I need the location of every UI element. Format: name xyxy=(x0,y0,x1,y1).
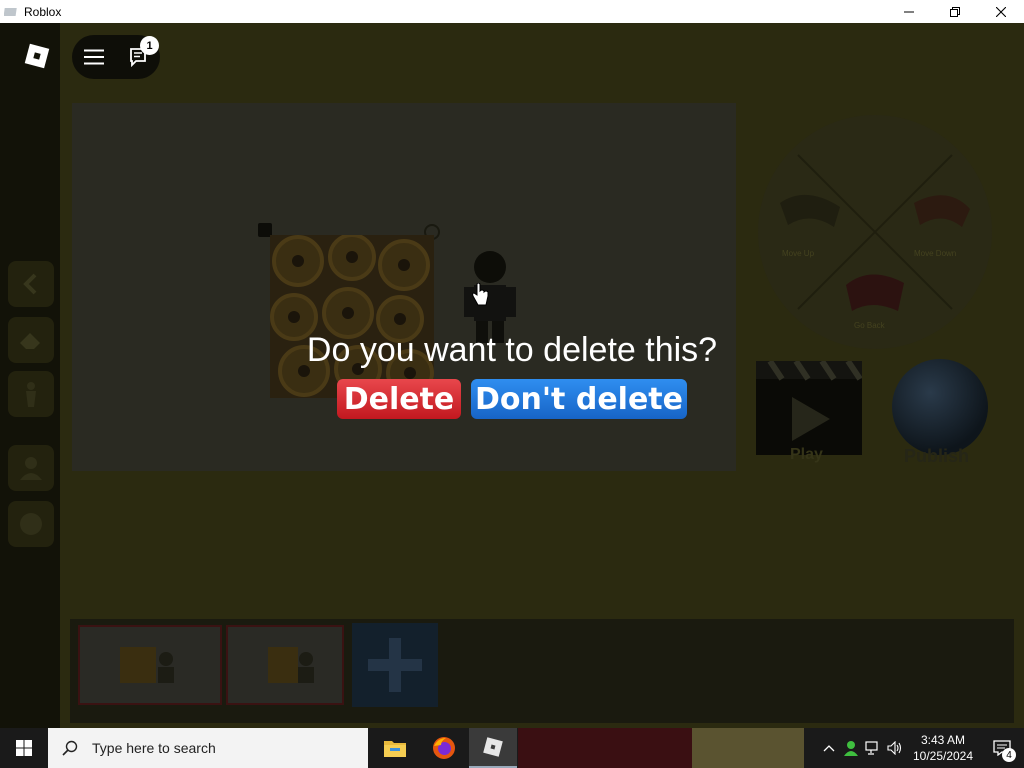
move-down-option[interactable]: Move Down xyxy=(914,249,956,258)
restore-button[interactable] xyxy=(932,0,978,23)
user-icon xyxy=(20,457,42,480)
radial-menu: Move Up Move Down Go Back xyxy=(758,115,992,349)
volume-icon xyxy=(887,741,902,755)
firefox-icon xyxy=(433,737,455,759)
chat-button[interactable]: 1 xyxy=(116,35,160,79)
palette-icon xyxy=(20,513,42,535)
system-tray: 3:43 AM 10/25/2024 4 xyxy=(818,728,1024,768)
plus-icon xyxy=(368,638,422,692)
slide-thumbnail-1[interactable] xyxy=(78,625,222,705)
windows-logo-icon xyxy=(16,740,32,756)
publish-label: Publish xyxy=(904,446,970,466)
delete-button[interactable]: Delete xyxy=(337,379,461,419)
network-icon xyxy=(865,741,878,755)
hand-cursor-icon xyxy=(472,283,489,306)
roblox-topbar: 1 xyxy=(72,35,160,79)
image-content xyxy=(270,235,434,398)
back-arrow-icon xyxy=(23,273,37,295)
windows-taskbar: 3:43 AM 10/25/2024 4 xyxy=(0,728,1024,768)
taskbar-roblox[interactable] xyxy=(469,728,517,768)
search-icon xyxy=(62,740,78,756)
restore-icon xyxy=(950,6,960,17)
chevron-up-icon xyxy=(823,745,835,752)
people-icon xyxy=(844,741,858,756)
roblox-app-icon xyxy=(4,7,17,16)
start-button[interactable] xyxy=(0,728,48,768)
back-tool-button[interactable] xyxy=(8,261,54,307)
add-slide-button[interactable] xyxy=(352,623,438,707)
menu-button[interactable] xyxy=(72,35,116,79)
roblox-icon xyxy=(483,737,503,757)
volume-button[interactable] xyxy=(884,728,906,768)
roblox-logo-icon[interactable] xyxy=(24,43,50,69)
hamburger-menu-icon xyxy=(84,49,104,65)
taskbar-search[interactable] xyxy=(48,728,368,768)
slide-1-preview xyxy=(120,647,174,683)
selected-image[interactable] xyxy=(270,235,434,398)
taskbar-clock[interactable]: 3:43 AM 10/25/2024 xyxy=(906,732,980,764)
close-icon xyxy=(996,6,1006,17)
chat-badge: 1 xyxy=(140,36,159,55)
show-hidden-icons-button[interactable] xyxy=(818,728,840,768)
network-button[interactable] xyxy=(862,728,884,768)
dont-delete-button[interactable]: Don't delete xyxy=(471,379,687,419)
delete-confirm-question: Do you want to delete this? xyxy=(306,331,718,369)
close-button[interactable] xyxy=(978,0,1024,23)
slide-strip xyxy=(70,619,1014,723)
minimize-button[interactable] xyxy=(886,0,932,23)
taskbar-file-explorer[interactable] xyxy=(371,728,419,768)
action-center-button[interactable]: 4 xyxy=(980,728,1024,768)
game-viewport[interactable]: 1 Move Up Move Down Go Back Play Publish… xyxy=(0,23,1024,728)
window-titlebar: Roblox xyxy=(0,0,1024,23)
user-tool-button[interactable] xyxy=(8,445,54,491)
palette-tool-button[interactable] xyxy=(8,501,54,547)
taskbar-firefox[interactable] xyxy=(420,728,468,768)
clock-time: 3:43 AM xyxy=(920,733,966,747)
file-explorer-icon xyxy=(384,741,406,757)
taskbar-thumbnail xyxy=(518,728,692,768)
delete-confirm-actions: Delete Don't delete xyxy=(0,379,1024,419)
search-input[interactable] xyxy=(90,739,354,757)
radial-dividers xyxy=(780,154,970,311)
play-label: Play xyxy=(790,446,823,463)
people-tray-button[interactable] xyxy=(840,728,862,768)
slide-2-preview xyxy=(268,647,314,683)
notification-count-badge: 4 xyxy=(1002,748,1016,762)
clock-date: 10/25/2024 xyxy=(912,749,974,763)
go-back-option[interactable]: Go Back xyxy=(854,321,885,330)
move-up-option[interactable]: Move Up xyxy=(782,249,814,258)
slide-thumbnail-2[interactable] xyxy=(226,625,344,705)
minimize-icon xyxy=(904,11,914,12)
taskbar-thumbnail-2 xyxy=(692,728,804,768)
window-title: Roblox xyxy=(24,4,62,19)
